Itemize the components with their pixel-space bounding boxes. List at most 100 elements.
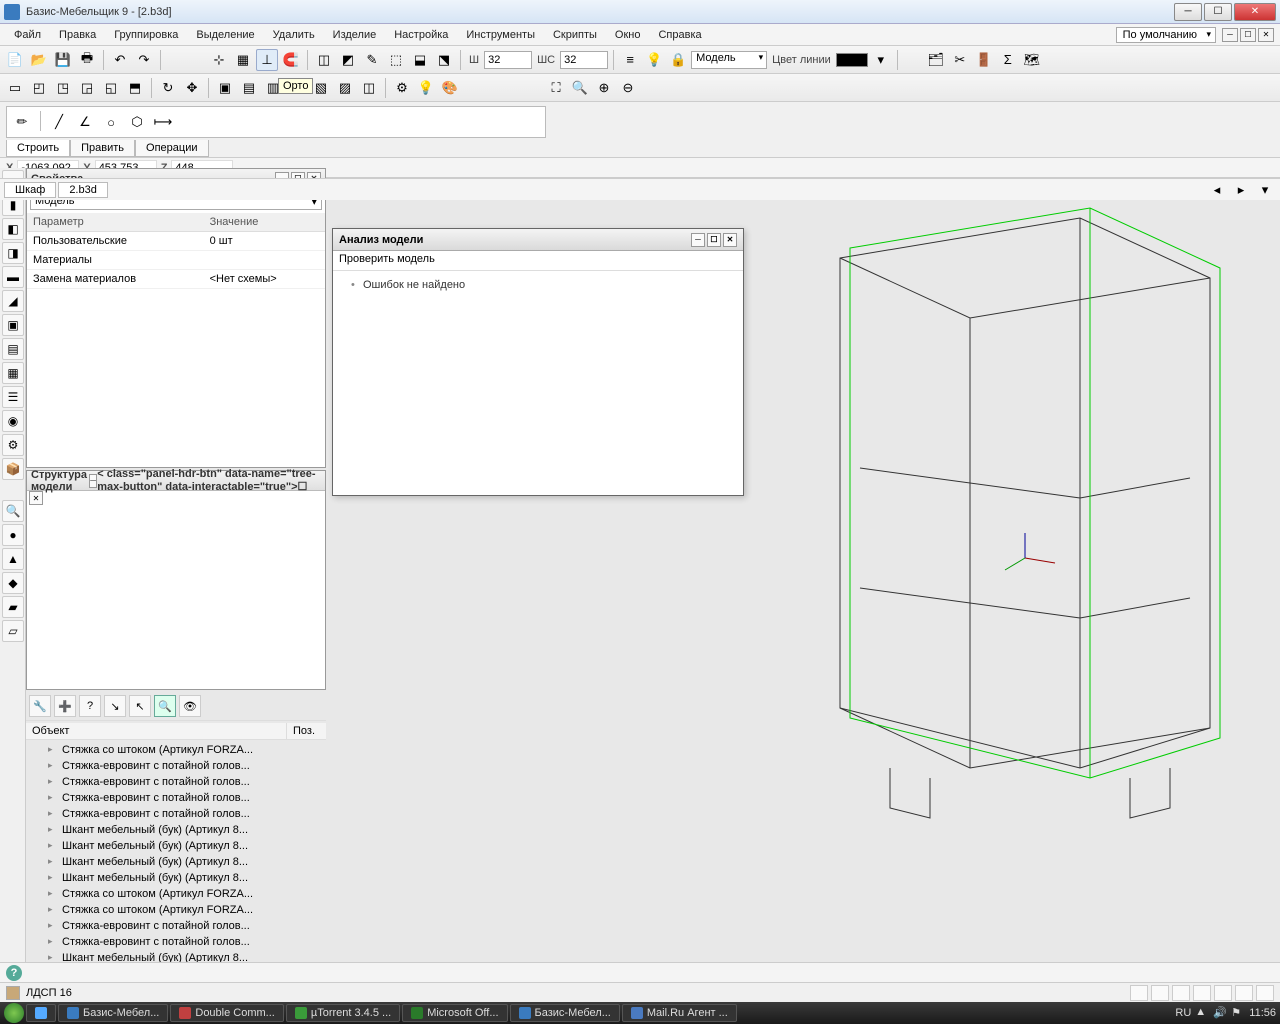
view-iso4-icon[interactable]: ◱ xyxy=(100,77,122,99)
tree-item[interactable]: Стяжка-евровинт с потайной голов... xyxy=(26,758,326,774)
tree-item[interactable]: Стяжка со штоком (Артикул FORZA... xyxy=(26,902,326,918)
tool-e-icon[interactable]: ⬓ xyxy=(409,49,431,71)
angle-icon[interactable]: ∠ xyxy=(74,111,96,133)
sketch-icon[interactable]: ✏ xyxy=(11,111,33,133)
dialog-max-button[interactable]: ☐ xyxy=(707,233,721,247)
tree-item[interactable]: Стяжка-евровинт с потайной голов... xyxy=(26,790,326,806)
panel-btn-13[interactable]: 📦 xyxy=(2,458,24,480)
tree-item[interactable]: Стяжка со штоком (Артикул FORZA... xyxy=(26,886,326,902)
menu-tools[interactable]: Инструменты xyxy=(458,27,543,43)
st-icon-3[interactable] xyxy=(1172,985,1190,1001)
tray-clock[interactable]: 11:56 xyxy=(1249,1007,1276,1019)
st-icon-2[interactable] xyxy=(1151,985,1169,1001)
menu-group[interactable]: Группировка xyxy=(106,27,186,43)
tree-item[interactable]: Стяжка-евровинт с потайной голов... xyxy=(26,806,326,822)
st-icon-7[interactable] xyxy=(1256,985,1274,1001)
panel-btn-8[interactable]: ▤ xyxy=(2,338,24,360)
st-icon-5[interactable] xyxy=(1214,985,1232,1001)
tree-expand-icon[interactable]: ↘ xyxy=(104,695,126,717)
vp-menu-icon[interactable]: ▾ xyxy=(1254,179,1276,201)
tree-item[interactable]: Шкант мебельный (бук) (Артикул 8... xyxy=(26,870,326,886)
ws-input[interactable] xyxy=(560,51,608,69)
quick-launch[interactable] xyxy=(26,1004,56,1022)
map-icon[interactable]: 🗺 xyxy=(1021,49,1043,71)
bulb-icon[interactable]: 💡 xyxy=(643,49,665,71)
maximize-button[interactable]: ☐ xyxy=(1204,3,1232,21)
panel-btn-16[interactable]: ▲ xyxy=(2,548,24,570)
tree-collapse-icon[interactable]: ↖ xyxy=(129,695,151,717)
close-button[interactable]: ✕ xyxy=(1234,3,1276,21)
layer-icon[interactable]: ≡ xyxy=(619,49,641,71)
tree-min-button[interactable]: ─ xyxy=(89,474,97,488)
minimize-button[interactable]: ─ xyxy=(1174,3,1202,21)
analysis-dialog[interactable]: Анализ модели ─ ☐ ✕ Проверить модель Оши… xyxy=(332,228,744,496)
taskbar-app[interactable]: µTorrent 3.4.5 ... xyxy=(286,1004,400,1022)
tray-icon-2[interactable]: 🔊 xyxy=(1213,1006,1227,1020)
tree-item[interactable]: Шкант мебельный (бук) (Артикул 8... xyxy=(26,854,326,870)
panel-btn-9[interactable]: ▦ xyxy=(2,362,24,384)
tool-b-icon[interactable]: ◩ xyxy=(337,49,359,71)
menu-delete[interactable]: Удалить xyxy=(265,27,323,43)
tray-icon-3[interactable]: ⚑ xyxy=(1231,1006,1245,1020)
zoom-fit-icon[interactable]: ⛶ xyxy=(545,77,567,99)
gear-icon[interactable]: ⚙ xyxy=(391,77,413,99)
tree-find-icon[interactable]: 🔍 xyxy=(154,695,176,717)
view-iso2-icon[interactable]: ◳ xyxy=(52,77,74,99)
tree-list[interactable]: Стяжка со штоком (Артикул FORZA...Стяжка… xyxy=(26,742,326,962)
door-icon[interactable]: 🚪 xyxy=(973,49,995,71)
light-icon[interactable]: 💡 xyxy=(415,77,437,99)
grid-icon[interactable]: ▦ xyxy=(232,49,254,71)
panel-btn-18[interactable]: ▰ xyxy=(2,596,24,618)
panel-btn-4[interactable]: ◨ xyxy=(2,242,24,264)
prop-row[interactable]: Пользовательские0 шт xyxy=(27,232,325,251)
tree-item[interactable]: Шкант мебельный (бук) (Артикул 8... xyxy=(26,838,326,854)
tree-item[interactable]: Стяжка-евровинт с потайной голов... xyxy=(26,918,326,934)
start-button[interactable] xyxy=(4,1003,24,1023)
redo-icon[interactable]: ↷ xyxy=(133,49,155,71)
shade1-icon[interactable]: ▣ xyxy=(214,77,236,99)
render-icon[interactable]: 🎨 xyxy=(439,77,461,99)
split-icon[interactable]: ◫ xyxy=(358,77,380,99)
view-front-icon[interactable]: ▭ xyxy=(4,77,26,99)
menu-product[interactable]: Изделие xyxy=(325,27,385,43)
zoom-in-icon[interactable]: ⊕ xyxy=(593,77,615,99)
taskbar-app[interactable]: Mail.Ru Агент ... xyxy=(622,1004,737,1022)
tree-add-icon[interactable]: ➕ xyxy=(54,695,76,717)
tab-edit[interactable]: Править xyxy=(70,140,135,157)
panel-btn-6[interactable]: ◢ xyxy=(2,290,24,312)
tool-c-icon[interactable]: ✎ xyxy=(361,49,383,71)
mdi-restore[interactable]: ☐ xyxy=(1240,28,1256,42)
panel-btn-15[interactable]: ● xyxy=(2,524,24,546)
panel-btn-14[interactable]: 🔍 xyxy=(2,500,24,522)
new-icon[interactable]: 📄 xyxy=(4,49,26,71)
taskbar-app[interactable]: Double Comm... xyxy=(170,1004,283,1022)
panel-btn-3[interactable]: ◧ xyxy=(2,218,24,240)
tree-eye-icon[interactable]: 👁 xyxy=(179,695,201,717)
taskbar-app[interactable]: Базис-Мебел... xyxy=(510,1004,620,1022)
dialog-min-button[interactable]: ─ xyxy=(691,233,705,247)
lock-icon[interactable]: 🔒 xyxy=(667,49,689,71)
ortho-icon[interactable]: ⊥ xyxy=(256,49,278,71)
dimension-icon[interactable]: ⟼ xyxy=(152,111,174,133)
panel-btn-17[interactable]: ◆ xyxy=(2,572,24,594)
tray-lang[interactable]: RU xyxy=(1175,1007,1191,1019)
st-icon-6[interactable] xyxy=(1235,985,1253,1001)
zoom-out-icon[interactable]: ⊖ xyxy=(617,77,639,99)
dropdown-arrow-icon[interactable]: ▾ xyxy=(870,49,892,71)
view-iso1-icon[interactable]: ◰ xyxy=(28,77,50,99)
zoom-win-icon[interactable]: 🔍 xyxy=(569,77,591,99)
tree-item[interactable]: Стяжка-евровинт с потайной голов... xyxy=(26,774,326,790)
line-color-swatch[interactable] xyxy=(836,53,868,67)
tab-build[interactable]: Строить xyxy=(6,140,70,157)
pan-icon[interactable]: ✥ xyxy=(181,77,203,99)
menu-file[interactable]: Файл xyxy=(6,27,49,43)
circle-icon[interactable]: ○ xyxy=(100,111,122,133)
taskbar-app[interactable]: Microsoft Off... xyxy=(402,1004,507,1022)
model-dropdown[interactable]: Модель xyxy=(691,51,767,69)
card-icon[interactable]: 🗂 xyxy=(925,49,947,71)
dialog-check-model[interactable]: Проверить модель xyxy=(339,253,435,265)
tab-ops[interactable]: Операции xyxy=(135,140,208,157)
shade2-icon[interactable]: ▤ xyxy=(238,77,260,99)
sum-icon[interactable]: Σ xyxy=(997,49,1019,71)
tree-item[interactable]: Стяжка-евровинт с потайной голов... xyxy=(26,934,326,950)
